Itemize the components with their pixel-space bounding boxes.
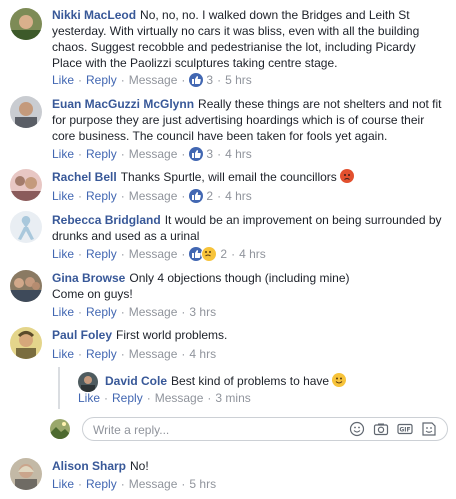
svg-text:GIF: GIF <box>399 427 410 434</box>
angry-face-icon <box>339 169 354 183</box>
smiling-face-icon <box>332 373 347 387</box>
reply-button[interactable]: Reply <box>86 188 117 204</box>
comment-time[interactable]: 5 hrs <box>189 476 216 492</box>
comment-text: Best kind of problems to have <box>171 374 330 388</box>
reply-composer: Write a reply... GIF <box>48 417 450 443</box>
avatar[interactable] <box>10 8 42 40</box>
reply-tools: GIF <box>349 421 437 437</box>
reply-button[interactable]: Reply <box>86 304 117 320</box>
like-button[interactable]: Like <box>52 188 74 204</box>
avatar[interactable] <box>10 327 42 359</box>
reaction-count[interactable]: 2 <box>189 188 213 204</box>
comment-actions: Like · Reply · Message · 3 hrs <box>52 304 217 320</box>
message-button[interactable]: Message <box>129 346 178 362</box>
reply-thread-line <box>58 367 60 409</box>
comment-actions: Like · Reply · Message · 5 hrs <box>52 476 217 492</box>
reaction-count[interactable]: 2 <box>189 246 227 262</box>
comment-time[interactable]: 4 hrs <box>225 188 252 204</box>
camera-icon[interactable] <box>373 421 389 437</box>
comment-text-line2: Come on guys! <box>52 287 133 301</box>
comment-author[interactable]: Euan MacGuzzi McGlynn <box>52 97 194 111</box>
comment-author[interactable]: Gina Browse <box>52 271 125 285</box>
comment-text: First world problems. <box>116 328 228 342</box>
reply-button[interactable]: Reply <box>86 246 117 262</box>
current-user-avatar <box>50 419 70 439</box>
avatar[interactable] <box>10 458 42 490</box>
reply-input[interactable]: Write a reply... GIF <box>82 417 448 441</box>
reaction-count[interactable]: 3 <box>189 72 213 88</box>
message-button[interactable]: Message <box>129 304 178 320</box>
comment-time[interactable]: 4 hrs <box>225 146 252 162</box>
like-button[interactable]: Like <box>52 246 74 262</box>
emoji-icon[interactable] <box>349 421 365 437</box>
like-button[interactable]: Like <box>52 146 74 162</box>
sad-reaction-icon <box>201 246 218 262</box>
avatar[interactable] <box>10 270 42 302</box>
reply-placeholder: Write a reply... <box>93 423 170 437</box>
comment-author[interactable]: Nikki MacLeod <box>52 8 136 22</box>
comment-text: Only 4 objections though (including mine… <box>129 271 350 285</box>
comment-time[interactable]: 4 hrs <box>239 246 266 262</box>
comment-actions: Like · Reply · Message · 2 · 4 hrs <box>52 246 266 262</box>
comment-text: No! <box>130 459 149 473</box>
comment-actions: Like · Reply · Message · 3 · 5 hrs <box>52 72 252 88</box>
like-button[interactable]: Like <box>52 304 74 320</box>
like-button[interactable]: Like <box>52 476 74 492</box>
comment-time[interactable]: 3 hrs <box>189 304 216 320</box>
comment-time[interactable]: 5 hrs <box>225 72 252 88</box>
like-button[interactable]: Like <box>52 72 74 88</box>
avatar[interactable] <box>78 372 98 392</box>
like-reaction-icon <box>189 147 204 161</box>
reply-button[interactable]: Reply <box>86 476 117 492</box>
reply-button[interactable]: Reply <box>86 346 117 362</box>
reply-button[interactable]: Reply <box>86 146 117 162</box>
message-button[interactable]: Message <box>155 390 204 406</box>
comment-time[interactable]: 4 hrs <box>189 346 216 362</box>
message-button[interactable]: Message <box>129 246 178 262</box>
message-button[interactable]: Message <box>129 476 178 492</box>
like-button[interactable]: Like <box>52 346 74 362</box>
like-reaction-icon <box>189 189 204 203</box>
avatar[interactable] <box>10 96 42 128</box>
comment-author[interactable]: Rachel Bell <box>52 170 117 184</box>
avatar[interactable] <box>10 169 42 201</box>
comment-author[interactable]: Rebecca Bridgland <box>52 213 161 227</box>
comment-author[interactable]: David Cole <box>105 374 167 388</box>
like-reaction-icon <box>189 73 204 87</box>
message-button[interactable]: Message <box>129 146 178 162</box>
comment-actions: Like · Reply · Message · 3 · 4 hrs <box>52 146 252 162</box>
message-button[interactable]: Message <box>129 188 178 204</box>
reaction-count[interactable]: 3 <box>189 146 213 162</box>
like-button[interactable]: Like <box>78 390 100 406</box>
comment-author[interactable]: Paul Foley <box>52 328 112 342</box>
avatar[interactable] <box>10 211 42 243</box>
message-button[interactable]: Message <box>129 72 178 88</box>
comment-actions: Like · Reply · Message · 4 hrs <box>52 346 217 362</box>
reply-button[interactable]: Reply <box>112 390 143 406</box>
comment-actions: Like · Reply · Message · 2 · 4 hrs <box>52 188 252 204</box>
gif-icon[interactable]: GIF <box>397 421 413 437</box>
sticker-icon[interactable] <box>421 421 437 437</box>
comment-author[interactable]: Alison Sharp <box>52 459 126 473</box>
comment-time[interactable]: 3 mins <box>215 390 250 406</box>
reply-button[interactable]: Reply <box>86 72 117 88</box>
comment-actions: Like · Reply · Message · 3 mins <box>78 390 251 406</box>
comment-text: Thanks Spurtle, will email the councillo… <box>120 170 337 184</box>
